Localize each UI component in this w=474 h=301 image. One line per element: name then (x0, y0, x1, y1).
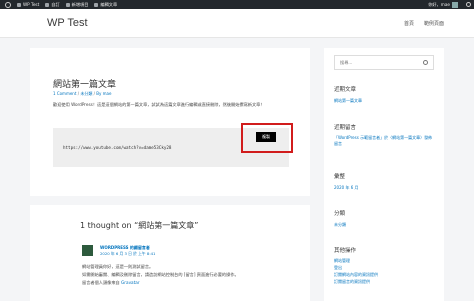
admin-bar-customize[interactable]: 自訂 (42, 0, 62, 9)
search-input[interactable]: 搜尋... (334, 55, 434, 70)
recent-comment-link[interactable]: 「WordPress 示範留言者」於〈網站第一篇文章〉發佈留言 (334, 135, 434, 147)
widget-categories: 分類 未分類 (334, 211, 346, 228)
meta-link-feed[interactable]: 訂閱網站內容的資訊提供 (334, 271, 378, 278)
nav-item-sample-page[interactable]: 範例頁面 (424, 20, 444, 27)
gravatar-link[interactable]: Gravatar (121, 280, 140, 285)
brush-icon (45, 2, 50, 7)
widget-meta: 其他操作 網站管理 登出 訂閱網站內容的資訊提供 訂閱留言的資訊提供 (334, 248, 378, 285)
widget-recent-comments: 近期留言 「WordPress 示範留言者」於〈網站第一篇文章〉發佈留言 (334, 125, 434, 147)
widget-archives: 彙整 2020 年 6 月 (334, 174, 359, 191)
category-link[interactable]: 未分類 (80, 91, 92, 96)
sidebar: 搜尋... 近期文章 網站第一篇文章 近期留言 「WordPress 示範留言者… (324, 48, 444, 301)
meta-link-admin[interactable]: 網站管理 (334, 257, 378, 264)
admin-bar-edit[interactable]: 編輯文章 (91, 0, 120, 9)
archive-link[interactable]: 2020 年 6 月 (334, 184, 359, 191)
search-icon[interactable] (466, 2, 471, 7)
avatar (82, 245, 93, 256)
widget-recent-posts: 近期文章 網站第一篇文章 (334, 87, 362, 104)
home-icon (17, 2, 21, 7)
author-link[interactable]: By mae (96, 91, 111, 96)
pencil-icon (94, 2, 99, 7)
site-header: WP Test 首頁 範例頁面 (0, 9, 474, 38)
admin-bar-new[interactable]: 新增項目 (63, 0, 92, 9)
category-link[interactable]: 未分類 (334, 221, 346, 228)
site-title[interactable]: WP Test (47, 17, 88, 29)
article-body: 歡迎使用 WordPress！這是這個網站的第一篇文章，試試為這篇文章進行編輯或… (53, 102, 265, 107)
comments-card: 1 thought on “網站第一篇文章” WORDPRESS 的顧留言者 2… (30, 205, 310, 301)
search-icon[interactable] (423, 60, 428, 65)
article-title[interactable]: 網站第一篇文章 (53, 77, 116, 90)
comments-title: 1 thought on “網站第一篇文章” (80, 221, 199, 230)
admin-bar-account[interactable]: 你好，mae (425, 0, 463, 9)
meta-link-logout[interactable]: 登出 (334, 264, 378, 271)
article-meta: 1 Comment / 未分類 / By mae (53, 91, 112, 96)
comments-link[interactable]: 1 Comment (53, 91, 76, 96)
admin-bar-site[interactable]: WP Test (14, 0, 42, 9)
comment-text: 網站管理員你好，這是一則測試留言。 如需開始審閱、編輯及刪除留言，請造訪網站控制… (82, 264, 239, 285)
wordpress-logo-icon[interactable] (0, 0, 14, 9)
copy-button[interactable]: 複製 (256, 132, 276, 142)
avatar (452, 1, 458, 8)
article-card: 網站第一篇文章 1 Comment / 未分類 / By mae 歡迎使用 Wo… (30, 48, 310, 196)
recent-post-link[interactable]: 網站第一篇文章 (334, 97, 362, 104)
comment-date[interactable]: 2020 年 6 月 3 日 於 上午 8:41 (100, 251, 155, 257)
plus-icon (65, 2, 70, 7)
primary-nav: 首頁 範例頁面 (404, 20, 444, 27)
meta-link-comments-feed[interactable]: 訂閱留言的資訊提供 (334, 278, 378, 285)
nav-item-home[interactable]: 首頁 (404, 20, 414, 27)
code-url: https://www.youtube.com/watch?v=dame53Ck… (63, 145, 172, 150)
admin-bar: WP Test 自訂 新增項目 編輯文章 你好，mae (0, 0, 474, 9)
